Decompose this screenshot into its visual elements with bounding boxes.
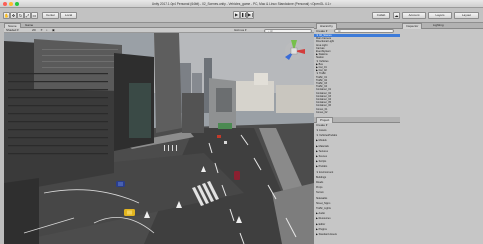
lighting-tab-label: Lighting <box>433 23 444 27</box>
hierarchy-tab-label: Hierarchy <box>320 24 333 28</box>
project-item[interactable]: ▶ Resources <box>314 217 400 220</box>
rotate-icon: ↻ <box>18 13 23 18</box>
project-create-dropdown[interactable]: Create ▾ <box>316 123 327 127</box>
city-scene-render <box>4 33 314 244</box>
layout-label: Layout <box>461 13 471 17</box>
pivot-label: Center <box>45 13 55 17</box>
project-item[interactable]: Roads <box>314 181 400 184</box>
window-title: Unity 2017.1.0p4 Personal (64bit) - 02_S… <box>151 2 332 6</box>
step-icon: ▶❙ <box>248 12 254 17</box>
layout-dropdown[interactable]: Layout <box>454 12 479 19</box>
move-icon: ✥ <box>11 13 16 18</box>
play-icon: ▶ <box>234 12 239 17</box>
pause-button[interactable]: ❚❚ <box>240 11 247 19</box>
project-tab-label: Project <box>320 118 330 122</box>
project-item[interactable]: ▼ VehiclesPrefabs <box>314 134 400 137</box>
project-item[interactable]: Props <box>314 186 400 189</box>
project-item[interactable]: Traffic_Lights <box>314 207 400 210</box>
hierarchy-create-dropdown[interactable]: Create ▾ <box>316 29 327 33</box>
cloud-button[interactable]: ☁ <box>393 12 400 19</box>
rotate-tool-button[interactable]: ↻ <box>17 12 24 19</box>
play-button[interactable]: ▶ <box>233 11 240 19</box>
collab-label: Collab <box>376 13 386 17</box>
project-item[interactable]: ▼ Environment <box>314 171 400 174</box>
cloud-icon: ☁ <box>394 13 399 18</box>
scale-icon: ⤢ <box>25 13 30 18</box>
gizmos-label: Gizmos <box>234 28 245 32</box>
project-item[interactable]: ▶ Models <box>314 139 400 142</box>
2d-label: 2D <box>32 28 36 32</box>
inspector-panel <box>400 29 483 244</box>
project-item[interactable]: ▶ Scripts <box>314 160 400 163</box>
hierarchy-item[interactable]: Cones_02 <box>314 111 400 114</box>
account-label: Account <box>408 13 420 17</box>
layers-label: Layers <box>435 13 445 17</box>
project-panel: Create ▾ ▼ Assets ▼ VehiclesPrefabs ▶ Mo… <box>314 123 400 244</box>
pivot-toggle[interactable]: Center <box>42 12 59 19</box>
project-item[interactable]: Sidewalks <box>314 197 400 200</box>
title-bar: Unity 2017.1.0p4 Personal (64bit) - 02_S… <box>0 0 483 8</box>
project-item[interactable]: Street_Signs <box>314 202 400 205</box>
shading-mode-label: Shaded <box>6 28 17 32</box>
project-item[interactable]: ▼ Assets <box>314 129 400 132</box>
tab-game-label: Game <box>25 23 34 27</box>
project-item[interactable]: ▶ Audio <box>314 212 400 215</box>
main-toolbar: ✋ ✥ ↻ ⤢ ▭ Center Local ▶ ❚❚ ▶❙ Collab ☁ … <box>0 8 483 23</box>
space-label: Local <box>64 13 73 17</box>
scale-tool-button[interactable]: ⤢ <box>24 12 31 19</box>
project-item[interactable]: Buildings <box>314 176 400 179</box>
layers-dropdown[interactable]: Layers <box>428 12 452 19</box>
project-item[interactable]: ▶ Textures <box>314 150 400 153</box>
rect-tool-button[interactable]: ▭ <box>31 12 38 19</box>
hierarchy-panel: Create ▾ All ▼ 02_Scenes Main Camera Dir… <box>314 29 400 117</box>
hierarchy-search-placeholder: All <box>338 30 341 33</box>
project-create-label: Create <box>316 123 326 127</box>
scene-viewport[interactable] <box>4 33 314 244</box>
inspector-tab-label: Inspector <box>406 24 419 28</box>
hierarchy-search-input[interactable]: All <box>334 29 394 33</box>
project-item[interactable]: ▶ Scenes <box>314 155 400 158</box>
project-item[interactable]: ▶ Plugins <box>314 228 400 231</box>
car-red <box>234 171 240 180</box>
project-item[interactable]: ▶ Standard Assets <box>314 233 400 236</box>
project-item[interactable]: Terrain <box>314 191 400 194</box>
project-item[interactable]: ▶ Prefabs <box>314 165 400 168</box>
hierarchy-list: ▼ 02_Scenes Main Camera Directional Ligh… <box>314 34 400 117</box>
scene-search-input[interactable]: ⌕ All <box>264 28 312 33</box>
hand-icon: ✋ <box>4 13 9 18</box>
car-blue <box>116 181 125 187</box>
space-toggle[interactable]: Local <box>60 12 77 19</box>
move-tool-button[interactable]: ✥ <box>10 12 17 19</box>
rect-icon: ▭ <box>32 13 37 18</box>
collab-button[interactable]: Collab <box>372 12 390 19</box>
hand-tool-button[interactable]: ✋ <box>3 12 10 19</box>
project-item[interactable]: ▶ Materials <box>314 145 400 148</box>
car-yellow <box>124 209 135 216</box>
step-button[interactable]: ▶❙ <box>247 11 254 19</box>
project-item[interactable]: ▶ Editor <box>314 223 400 226</box>
hierarchy-create-label: Create <box>316 29 326 33</box>
account-dropdown[interactable]: Account <box>402 12 426 19</box>
project-list: ▼ Assets ▼ VehiclesPrefabs ▶ Models ▶ Ma… <box>314 129 400 244</box>
